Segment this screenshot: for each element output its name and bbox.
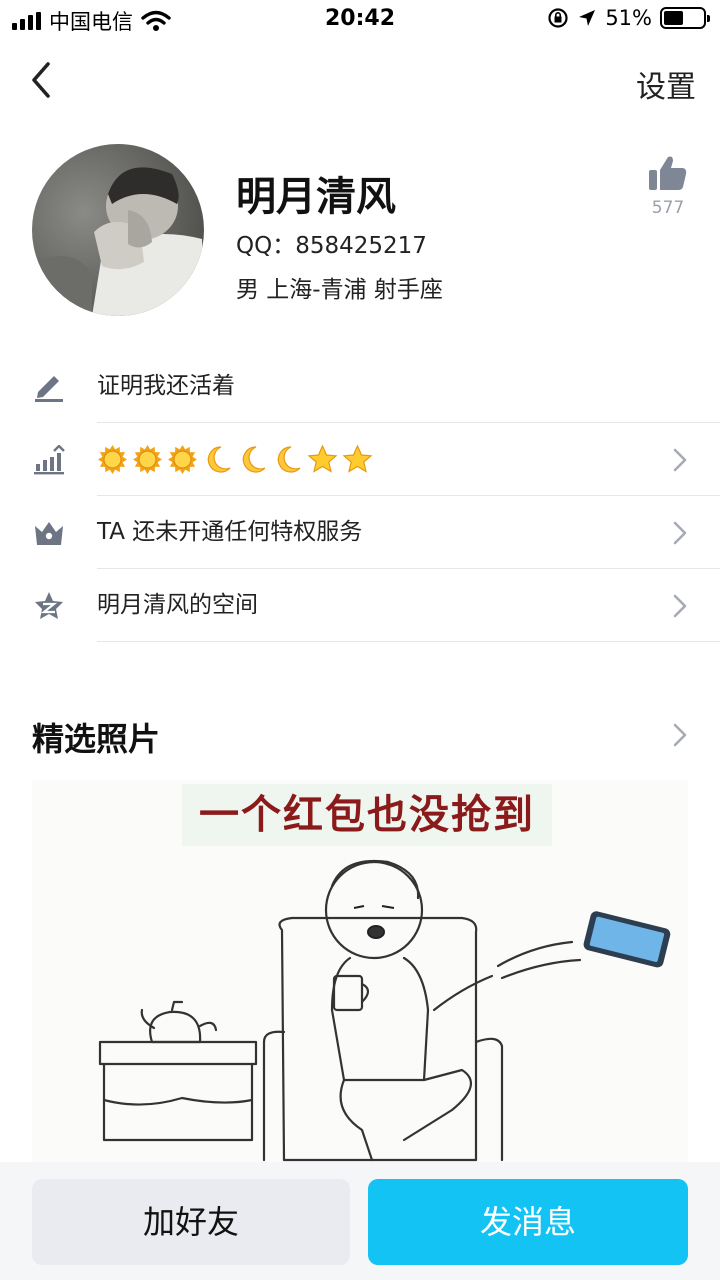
like-button[interactable]: 577: [640, 154, 696, 218]
crown-icon: [35, 522, 63, 545]
sun-badge-icon: [98, 445, 127, 474]
status-right: 51%: [547, 6, 710, 30]
level-row[interactable]: [0, 423, 720, 496]
qq-number: QQ：858425217: [236, 233, 427, 259]
divider: [97, 641, 720, 642]
moon-badge-icon: [242, 446, 266, 473]
gender-location-sign: 男 上海-青浦 射手座: [236, 277, 443, 303]
settings-button[interactable]: 设置: [636, 62, 696, 106]
edit-icon: [35, 376, 63, 402]
chevron-right-icon: [673, 448, 687, 472]
battery-percent: 51%: [605, 6, 652, 30]
chevron-right-icon[interactable]: [672, 722, 688, 748]
nav-bar: 设置: [0, 44, 720, 120]
avatar-image: [32, 144, 204, 316]
meme-drawing: [98, 860, 671, 1162]
signature-row[interactable]: 证明我还活着: [0, 350, 720, 423]
divider: [97, 422, 720, 423]
star-badge-icon: [342, 444, 373, 473]
send-message-button[interactable]: 发消息: [368, 1179, 688, 1265]
chevron-right-icon: [673, 521, 687, 545]
privilege-row[interactable]: TA 还未开通任何特权服务: [0, 496, 720, 569]
rotation-lock-icon: [548, 8, 568, 28]
level-icon: [34, 445, 65, 475]
signature-text: 证明我还活着: [97, 373, 235, 399]
battery-fill: [664, 11, 684, 25]
sun-badge-icon: [133, 445, 162, 474]
battery-icon: [660, 7, 710, 29]
info-list: 证明我还活着 TA 还未开通任何特权服务 明月清风的空间: [0, 350, 720, 642]
status-bar: 中国电信 20:42 51%: [0, 0, 720, 40]
sun-badge-icon: [168, 445, 197, 474]
qzone-row[interactable]: 明月清风的空间: [0, 569, 720, 642]
location-arrow-icon: [579, 10, 596, 26]
moon-badge-icon: [207, 446, 231, 473]
level-badges: [97, 423, 373, 496]
moon-badge-icon: [277, 446, 301, 473]
chevron-left-icon[interactable]: [22, 60, 62, 100]
star-badge-icon: [307, 444, 338, 473]
featured-photo[interactable]: 一个红包也没抢到: [32, 780, 688, 1200]
privilege-text: TA 还未开通任何特权服务: [97, 519, 363, 545]
add-friend-button[interactable]: 加好友: [32, 1179, 350, 1265]
qzone-text: 明月清风的空间: [97, 592, 258, 618]
like-count: 577: [651, 198, 685, 218]
bottom-action-bar: 加好友 发消息: [0, 1162, 720, 1280]
qzone-star-icon: [35, 592, 63, 619]
thumbs-up-icon: [649, 156, 687, 190]
nickname: 明月清风: [236, 174, 396, 220]
chevron-right-icon: [673, 594, 687, 618]
avatar[interactable]: [32, 144, 204, 316]
photos-title[interactable]: 精选照片: [32, 714, 160, 760]
